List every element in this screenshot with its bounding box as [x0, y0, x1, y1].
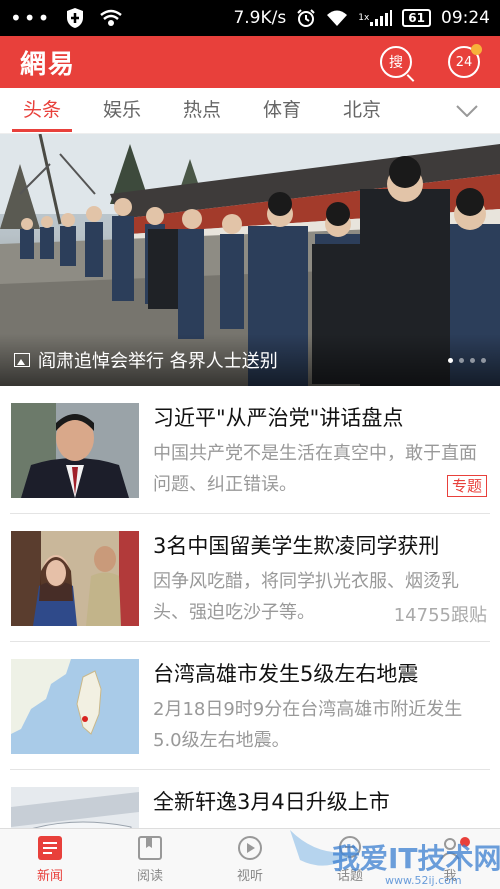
- more-dots-icon: •••: [10, 6, 52, 30]
- nav-label: 新闻: [36, 868, 63, 884]
- wifi-icon: [326, 9, 348, 27]
- news-title: 全新轩逸3月4日升级上市: [153, 790, 390, 814]
- search-icon: [406, 74, 415, 82]
- notification-dot: [460, 837, 470, 847]
- search-button[interactable]: 搜: [380, 46, 415, 82]
- tab-entertainment[interactable]: 娱乐: [82, 88, 162, 134]
- news-title: 台湾高雄市发生5级左右地震: [153, 662, 419, 686]
- clock: 09:24: [441, 8, 490, 28]
- chevron-down-icon[interactable]: [456, 100, 478, 122]
- news-title: 3名中国留美学生欺凌同学获刑: [153, 534, 440, 558]
- category-tabs: 头条 娱乐 热点 体育 北京: [0, 88, 500, 134]
- reading-icon: [137, 835, 163, 861]
- news-thumbnail: [11, 403, 139, 498]
- nav-topics[interactable]: 话题: [300, 829, 400, 889]
- app-header: 網易 搜 24: [0, 36, 500, 88]
- courtroom-photo-icon: [11, 531, 139, 626]
- news-thumbnail: [11, 787, 139, 828]
- alarm-icon: [296, 8, 316, 28]
- status-bar: ••• 7.9K/s 1x 61 09:24: [0, 0, 500, 36]
- nav-news[interactable]: 新闻: [0, 829, 100, 889]
- nav-reading[interactable]: 阅读: [100, 829, 200, 889]
- tab-sports[interactable]: 体育: [242, 88, 322, 134]
- notification-count: 24: [455, 54, 473, 70]
- tab-headlines[interactable]: 头条: [2, 88, 82, 134]
- play-icon: [237, 835, 263, 861]
- battery-indicator: 61: [402, 9, 431, 27]
- news-summary: 中国共产党不是生活在真空中，敢于直面问题、纠正错误。: [153, 443, 477, 495]
- notification-button[interactable]: 24: [448, 44, 482, 78]
- list-item[interactable]: 习近平"从严治党"讲话盘点 中国共产党不是生活在真空中，敢于直面问题、纠正错误。…: [10, 386, 490, 514]
- hero-caption-bar: 阎肃追悼会举行 各界人士送别: [0, 334, 500, 386]
- notification-dot: [471, 44, 482, 55]
- nav-label: 话题: [336, 868, 363, 884]
- bottom-navigation: 新闻 阅读 视听 话题 我: [0, 828, 500, 889]
- hero-caption: 阎肃追悼会举行 各界人士送别: [38, 351, 278, 372]
- pager-dot: [470, 357, 475, 363]
- news-title: 习近平"从严治党"讲话盘点: [153, 406, 404, 430]
- news-icon: [37, 835, 63, 861]
- search-label: 搜: [389, 55, 403, 71]
- pager-dot: [481, 357, 486, 363]
- topic-tag: 专题: [446, 475, 487, 497]
- profile-icon: [437, 835, 463, 861]
- topic-icon: [337, 835, 363, 861]
- comment-count: 14755跟贴: [387, 601, 487, 627]
- nav-label: 阅读: [136, 868, 163, 884]
- nav-profile[interactable]: 我: [400, 829, 500, 889]
- pager-dot: [459, 357, 464, 363]
- nav-label: 我: [443, 868, 457, 884]
- tab-beijing[interactable]: 北京: [322, 88, 402, 134]
- nav-video[interactable]: 视听: [200, 829, 300, 889]
- list-item[interactable]: 3名中国留美学生欺凌同学获刑 因争风吃醋，将同学扒光衣服、烟烫乳头、强迫吃沙子等…: [10, 514, 490, 642]
- list-item[interactable]: 全新轩逸3月4日升级上市: [10, 770, 490, 828]
- signal-icon: 1x: [358, 10, 393, 26]
- tab-hot[interactable]: 热点: [162, 88, 242, 134]
- carousel-pager: [448, 357, 486, 363]
- car-photo-icon: [11, 787, 139, 828]
- list-item[interactable]: 台湾高雄市发生5级左右地震 2月18日9时9分在台湾高雄市附近发生5.0级左右地…: [10, 642, 490, 770]
- news-thumbnail: [11, 531, 139, 626]
- hero-banner[interactable]: 阎肃追悼会举行 各界人士送别: [0, 134, 500, 386]
- pager-dot: [448, 357, 453, 363]
- network-speed: 7.9K/s: [233, 8, 287, 28]
- wifi-sync-icon: [99, 8, 123, 28]
- map-icon: [11, 659, 139, 754]
- news-list: 习近平"从严治党"讲话盘点 中国共产党不是生活在真空中，敢于直面问题、纠正错误。…: [0, 386, 500, 828]
- nav-label: 视听: [236, 868, 263, 884]
- app-logo: 網易: [20, 49, 77, 80]
- news-summary: 2月18日9时9分在台湾高雄市附近发生5.0级左右地震。: [153, 699, 463, 751]
- news-thumbnail: [11, 659, 139, 754]
- shield-icon: [65, 7, 85, 29]
- portrait-photo-icon: [11, 403, 139, 498]
- gallery-icon: [14, 353, 30, 367]
